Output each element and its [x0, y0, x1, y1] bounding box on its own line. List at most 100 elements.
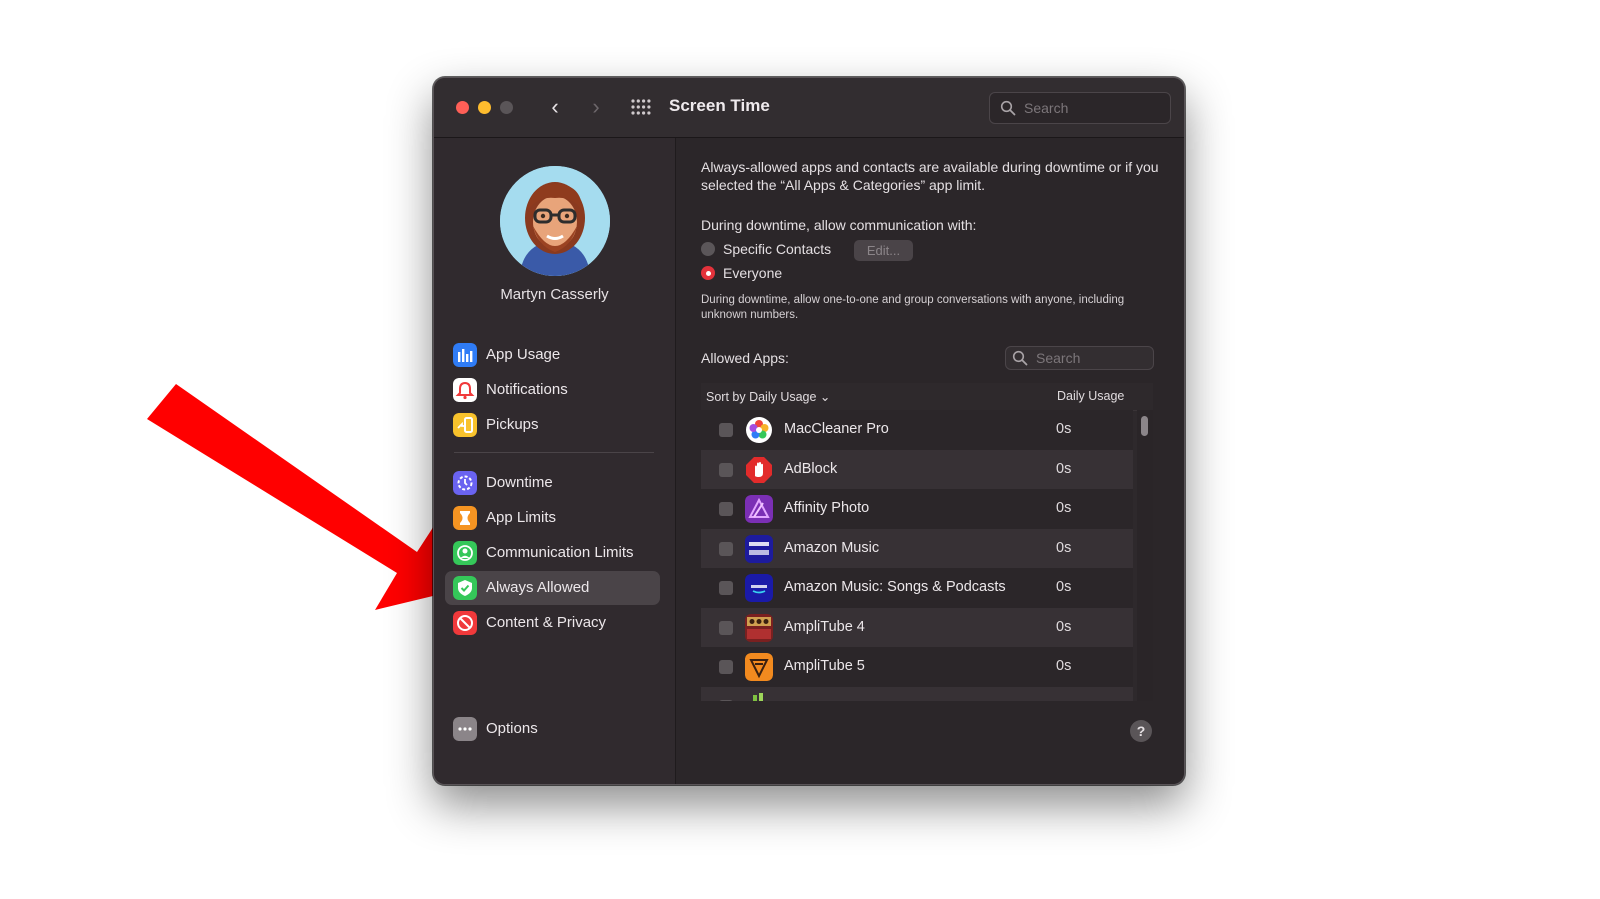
- app-usage-icon: [453, 343, 477, 367]
- sidebar-item-label: Communication Limits: [486, 544, 634, 561]
- sidebar-item-pickups[interactable]: Pickups: [445, 408, 660, 442]
- table-row-partial: [701, 686, 1133, 701]
- app-checkbox[interactable]: [719, 502, 733, 516]
- sidebar-item-label: Downtime: [486, 474, 553, 491]
- downtime-note: During downtime, allow one-to-one and gr…: [701, 294, 1125, 321]
- intro-text: Always-allowed apps and contacts are ava…: [701, 159, 1159, 193]
- app-checkbox[interactable]: [719, 581, 733, 595]
- radio-everyone-label: Everyone: [723, 265, 783, 281]
- main-panel: Always-allowed apps and contacts are ava…: [676, 138, 1184, 784]
- app-usage: 0s: [1056, 500, 1072, 516]
- table-row[interactable]: Amazon Music: Songs & Podcasts 0s: [701, 568, 1133, 608]
- pickups-icon: [453, 413, 477, 437]
- close-button[interactable]: [456, 101, 469, 114]
- radio-specific-contacts[interactable]: [701, 242, 715, 256]
- partial-app-icon: [753, 692, 763, 701]
- user-avatar[interactable]: [500, 166, 610, 276]
- app-checkbox[interactable]: [719, 620, 733, 635]
- app-name: AmpliTube 5: [784, 658, 865, 674]
- search-placeholder: Search: [1036, 350, 1081, 366]
- affinity-photo-icon: [745, 495, 773, 523]
- always-allowed-icon: [453, 576, 477, 600]
- sort-by-daily-usage-button[interactable]: Sort by Daily Usage ⌄: [706, 389, 830, 404]
- app-usage: 0s: [1056, 460, 1072, 477]
- communication-heading: During downtime, allow communication wit…: [701, 217, 977, 233]
- amplitube-5-icon: [745, 653, 773, 681]
- radio-everyone[interactable]: [701, 266, 715, 280]
- app-limits-icon: [453, 506, 477, 530]
- amazon-music-songs-icon: [745, 574, 773, 602]
- amplitube-4-icon: [745, 613, 773, 642]
- title-bar: ‹ › Screen Time Search: [434, 78, 1184, 138]
- sidebar-item-notifications[interactable]: Notifications: [445, 373, 660, 407]
- sidebar-item-downtime[interactable]: Downtime: [445, 466, 660, 500]
- screen-time-window: ‹ › Screen Time Search Martyn Casserly A…: [433, 77, 1185, 785]
- table-row[interactable]: AdBlock 0s: [701, 449, 1133, 489]
- sidebar-item-label: Content & Privacy: [486, 614, 607, 631]
- adblock-icon: [746, 456, 772, 483]
- app-checkbox[interactable]: [719, 462, 733, 477]
- sidebar-item-content-privacy[interactable]: Content & Privacy: [445, 606, 660, 640]
- sidebar: Martyn Casserly App Usage Notifications: [434, 138, 676, 784]
- app-name: Affinity Photo: [784, 500, 870, 516]
- scrollbar-thumb[interactable]: [1141, 416, 1148, 436]
- back-button[interactable]: ‹: [543, 95, 567, 119]
- edit-contacts-button[interactable]: Edit...: [854, 240, 913, 261]
- table-header: Sort by Daily Usage ⌄ Daily Usage: [701, 383, 1153, 411]
- communication-limits-icon: [453, 541, 477, 565]
- app-checkbox[interactable]: [719, 423, 733, 437]
- allowed-apps-label: Allowed Apps:: [701, 350, 789, 366]
- zoom-button[interactable]: [500, 101, 513, 114]
- sidebar-item-label: Notifications: [486, 381, 568, 398]
- app-usage: 0s: [1056, 579, 1072, 595]
- sidebar-item-app-usage[interactable]: App Usage: [445, 338, 660, 372]
- app-checkbox[interactable]: [719, 699, 733, 701]
- daily-usage-column-header: Daily Usage: [1057, 389, 1125, 403]
- sidebar-item-label: App Usage: [486, 346, 561, 363]
- sidebar-item-label: Pickups: [486, 416, 539, 433]
- app-usage: 0s: [1056, 658, 1072, 674]
- app-checkbox[interactable]: [719, 660, 733, 674]
- allowed-apps-search-field[interactable]: Search: [1005, 346, 1154, 370]
- app-usage: 0s: [1056, 618, 1072, 635]
- downtime-icon: [453, 471, 477, 495]
- app-checkbox[interactable]: [719, 541, 733, 556]
- user-name: Martyn Casserly: [500, 286, 609, 303]
- forward-button[interactable]: ›: [584, 95, 608, 119]
- window-title: Screen Time: [669, 96, 770, 115]
- app-name: AmpliTube 4: [784, 618, 865, 635]
- table-row[interactable]: MacCleaner Pro 0s: [701, 410, 1133, 450]
- radio-specific-contacts-label: Specific Contacts: [723, 241, 832, 257]
- app-name: MacCleaner Pro: [784, 421, 889, 437]
- sidebar-item-options[interactable]: Options: [445, 712, 660, 746]
- app-name: Amazon Music: [784, 539, 880, 556]
- search-icon: [1000, 100, 1016, 116]
- content-privacy-icon: [453, 611, 477, 635]
- app-name: Amazon Music: Songs & Podcasts: [784, 579, 1006, 595]
- table-row[interactable]: AmpliTube 4 0s: [701, 607, 1133, 647]
- app-usage: 0s: [1056, 421, 1072, 437]
- show-all-grid-icon[interactable]: [631, 99, 651, 115]
- sidebar-divider: [454, 452, 654, 453]
- sidebar-item-app-limits[interactable]: App Limits: [445, 501, 660, 535]
- amazon-music-icon: [745, 534, 773, 563]
- sidebar-item-label: Always Allowed: [486, 579, 590, 596]
- window-search-field[interactable]: Search: [989, 92, 1171, 124]
- help-button[interactable]: ?: [1130, 720, 1152, 742]
- sidebar-item-label: Options: [486, 720, 538, 737]
- maccleaner-pro-icon: [746, 417, 772, 443]
- minimize-button[interactable]: [478, 101, 491, 114]
- app-name: AdBlock: [784, 460, 838, 477]
- options-icon: [453, 717, 477, 741]
- table-row[interactable]: AmpliTube 5 0s: [701, 647, 1133, 687]
- table-row[interactable]: Affinity Photo 0s: [701, 489, 1133, 529]
- apps-list: MacCleaner Pro 0s AdBlock 0s Affinity Ph…: [701, 410, 1133, 701]
- sidebar-item-always-allowed[interactable]: Always Allowed: [445, 571, 660, 605]
- apps-scrollbar[interactable]: [1137, 410, 1153, 701]
- sidebar-item-label: App Limits: [486, 509, 557, 526]
- table-row[interactable]: Amazon Music 0s: [701, 528, 1133, 568]
- allowed-apps-table: Sort by Daily Usage ⌄ Daily Usage MacCle…: [701, 383, 1153, 701]
- sidebar-item-communication-limits[interactable]: Communication Limits: [445, 536, 660, 570]
- search-icon: [1012, 350, 1028, 366]
- notifications-icon: [453, 378, 477, 402]
